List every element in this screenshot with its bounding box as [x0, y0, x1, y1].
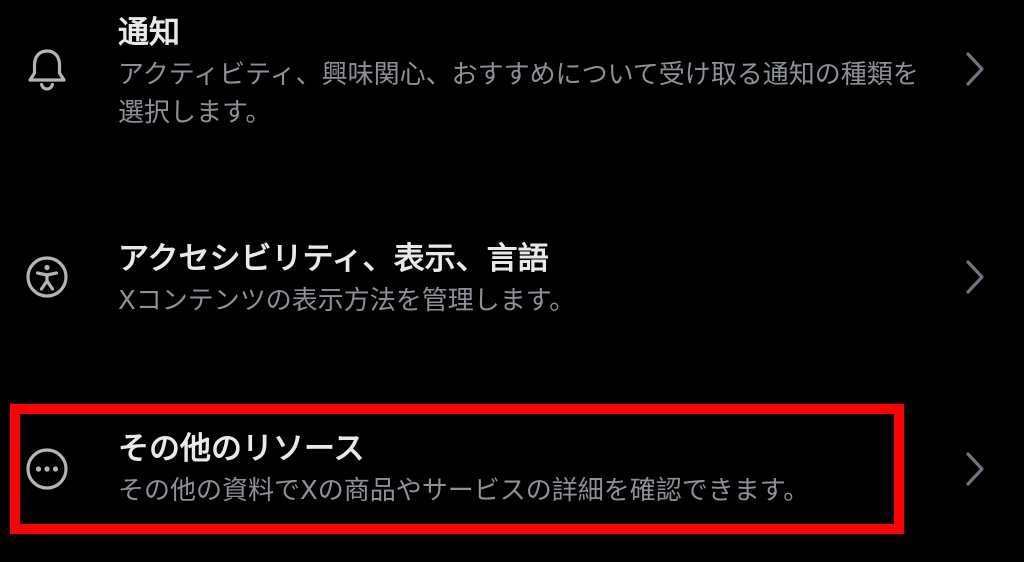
- settings-item-text: 通知 アクティビティ、興味関心、おすすめについて受け取る通知の種類を選択します。: [118, 12, 938, 132]
- chevron-right-icon: [962, 450, 988, 488]
- settings-item-text: アクセシビリティ、表示、言語 Xコンテンツの表示方法を管理します。: [118, 238, 938, 320]
- chevron-right-icon: [962, 50, 988, 88]
- accessibility-icon: [24, 254, 70, 300]
- settings-item-text: その他のリソース その他の資料でXの商品やサービスの詳細を確認できます。: [118, 428, 938, 510]
- more-circle-icon: [24, 446, 70, 492]
- settings-item-title: 通知: [118, 15, 180, 51]
- settings-item-title: アクセシビリティ、表示、言語: [118, 241, 549, 277]
- settings-item-description: Xコンテンツの表示方法を管理します。: [118, 286, 576, 316]
- chevron-right-icon: [962, 258, 988, 296]
- settings-item-title: その他のリソース: [118, 431, 365, 467]
- settings-item-notifications[interactable]: 通知 アクティビティ、興味関心、おすすめについて受け取る通知の種類を選択します。: [0, 0, 1024, 140]
- bell-icon: [24, 46, 70, 92]
- settings-list: 通知 アクティビティ、興味関心、おすすめについて受け取る通知の種類を選択します。…: [0, 0, 1024, 562]
- settings-item-accessibility[interactable]: アクセシビリティ、表示、言語 Xコンテンツの表示方法を管理します。: [0, 220, 1024, 340]
- settings-item-additional-resources[interactable]: その他のリソース その他の資料でXの商品やサービスの詳細を確認できます。: [0, 410, 1024, 540]
- settings-item-description: アクティビティ、興味関心、おすすめについて受け取る通知の種類を選択します。: [118, 60, 919, 128]
- settings-item-description: その他の資料でXの商品やサービスの詳細を確認できます。: [118, 476, 810, 506]
